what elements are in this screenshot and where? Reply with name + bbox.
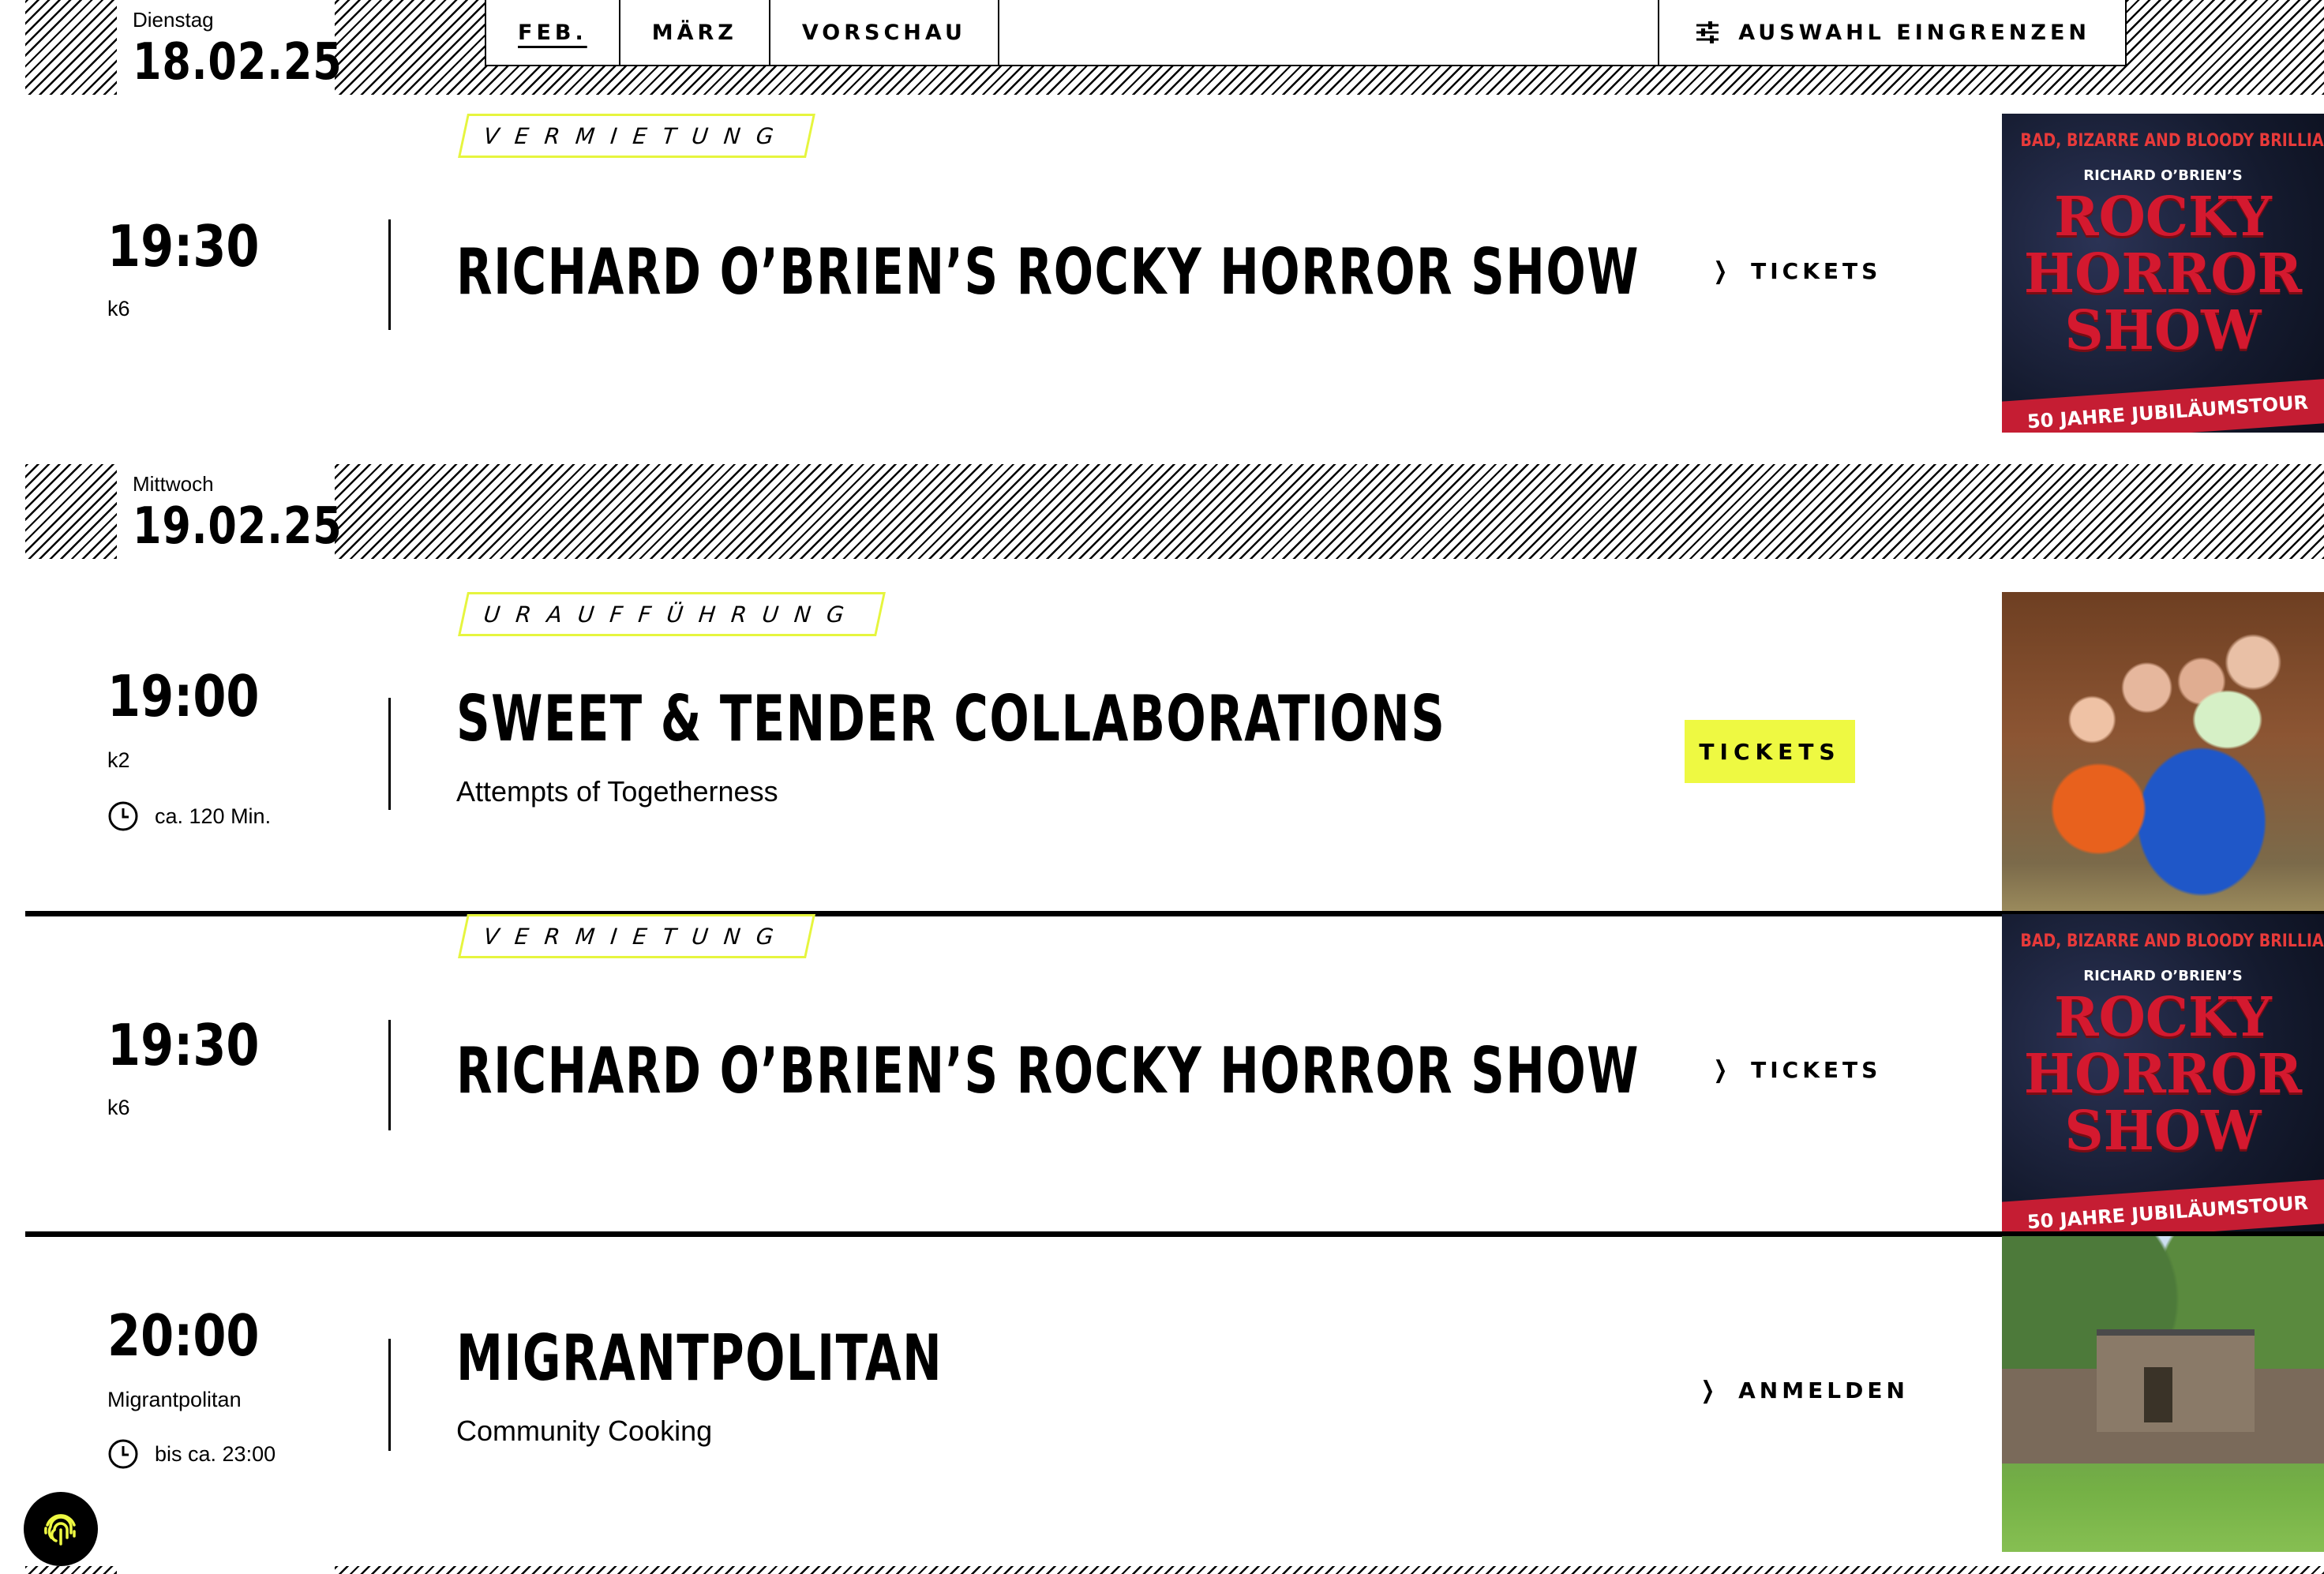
date-band-hatch [25, 464, 2324, 559]
event-title[interactable]: RICHARD O’BRIEN’S ROCKY HORROR SHOW [456, 235, 1640, 309]
divider-line [388, 1020, 391, 1130]
event-subtitle: Attempts of Togetherness [456, 775, 778, 808]
poster-word: ROCKY [2054, 186, 2272, 249]
event-duration: ca. 120 Min. [107, 800, 271, 832]
date-label: 19.02.25 [133, 497, 343, 556]
row-separator [25, 911, 2324, 916]
date-label: 18.02.25 [133, 33, 343, 92]
tickets-link[interactable]: ❯ TICKETS [1710, 1056, 1881, 1084]
divider-line [388, 698, 391, 810]
date-header: Mittwoch 19.02.25 [117, 464, 342, 559]
poster-presenter: RICHARD O’BRIEN’S [2083, 968, 2243, 984]
event-duration: bis ca. 23:00 [107, 1438, 276, 1470]
event-venue: k6 [107, 1096, 130, 1119]
filter-label: AUSWAHL EINGRENZEN [1738, 20, 2090, 45]
nav-tab-feb[interactable]: FEB. [486, 0, 620, 65]
event-title[interactable]: MIGRANTPOLITAN [456, 1321, 943, 1395]
event-time: 19:30 [107, 1012, 260, 1078]
weekday-label: Mittwoch [133, 472, 214, 496]
nav-tab-vorschau[interactable]: VORSCHAU [770, 0, 999, 65]
nav-tab-maerz[interactable]: MÄRZ [620, 0, 770, 65]
clock-icon [108, 1439, 138, 1469]
event-title[interactable]: SWEET & TENDER COLLABORATIONS [456, 682, 1445, 755]
clock-icon [108, 801, 138, 831]
privacy-settings-button[interactable] [24, 1492, 98, 1566]
date-band-hatch [25, 1566, 2324, 1574]
event-venue: k2 [107, 748, 130, 772]
event-time: 19:30 [107, 213, 260, 279]
poster-tagline: BAD, BIZARRE AND BLOODY BRILLIANT! [2020, 131, 2324, 151]
event-time: 20:00 [107, 1302, 260, 1369]
register-link[interactable]: ❯ ANMELDEN [1697, 1377, 1909, 1404]
poster-tagline: BAD, BIZARRE AND BLOODY BRILLIANT! [2020, 931, 2324, 951]
divider-line [388, 1339, 391, 1451]
chevron-right-icon: ❯ [1713, 1056, 1730, 1084]
filter-button[interactable]: AUSWAHL EINGRENZEN [1659, 0, 2125, 65]
house-shape [2097, 1329, 2255, 1432]
event-tag: VERMIETUNG [458, 914, 815, 958]
tickets-button[interactable]: TICKETS [1685, 720, 1855, 783]
event-venue: Migrantpolitan [107, 1388, 242, 1411]
event-venue: k6 [107, 297, 130, 320]
event-title[interactable]: RICHARD O’BRIEN’S ROCKY HORROR SHOW [456, 1034, 1640, 1107]
event-subtitle: Community Cooking [456, 1415, 713, 1447]
tickets-link[interactable]: ❯ TICKETS [1710, 257, 1881, 285]
date-header-gap [117, 1566, 335, 1574]
date-header: Dienstag 18.02.25 [117, 0, 342, 95]
poster-band: 50 JAHRE JUBILÄUMSTOUR [2002, 1177, 2324, 1233]
weekday-label: Dienstag [133, 8, 214, 32]
event-image-migrantpolitan[interactable] [2002, 1236, 2324, 1552]
divider-line [388, 219, 391, 330]
event-time: 19:00 [107, 663, 260, 729]
event-tag: VERMIETUNG [458, 114, 815, 158]
nav-spacer [999, 0, 1660, 65]
event-image-sweet-tender[interactable] [2002, 592, 2324, 911]
poster-word: HORROR [2023, 1043, 2303, 1106]
poster-word: ROCKY [2054, 986, 2272, 1049]
program-page: Dienstag 18.02.25 FEB. MÄRZ VORSCHAU AUS… [0, 0, 2324, 1574]
poster-word: SHOW [2064, 299, 2262, 362]
event-image-rocky-horror[interactable]: BAD, BIZARRE AND BLOODY BRILLIANT! RICHA… [2002, 114, 2324, 433]
poster-presenter: RICHARD O’BRIEN’S [2083, 167, 2243, 184]
event-tag: URAUFFÜHRUNG [458, 592, 886, 636]
sliders-icon [1696, 21, 1719, 43]
month-nav: FEB. MÄRZ VORSCHAU AUSWAHL EINGRENZEN [485, 0, 2127, 66]
poster-word: HORROR [2023, 242, 2303, 305]
fingerprint-icon [44, 1514, 76, 1546]
chevron-right-icon: ❯ [1713, 257, 1730, 285]
row-separator [25, 1231, 2324, 1237]
event-image-rocky-horror[interactable]: BAD, BIZARRE AND BLOODY BRILLIANT! RICHA… [2002, 914, 2324, 1233]
chevron-right-icon: ❯ [1700, 1377, 1718, 1404]
poster-word: SHOW [2064, 1100, 2262, 1163]
poster-band: 50 JAHRE JUBILÄUMSTOUR [2002, 377, 2324, 433]
